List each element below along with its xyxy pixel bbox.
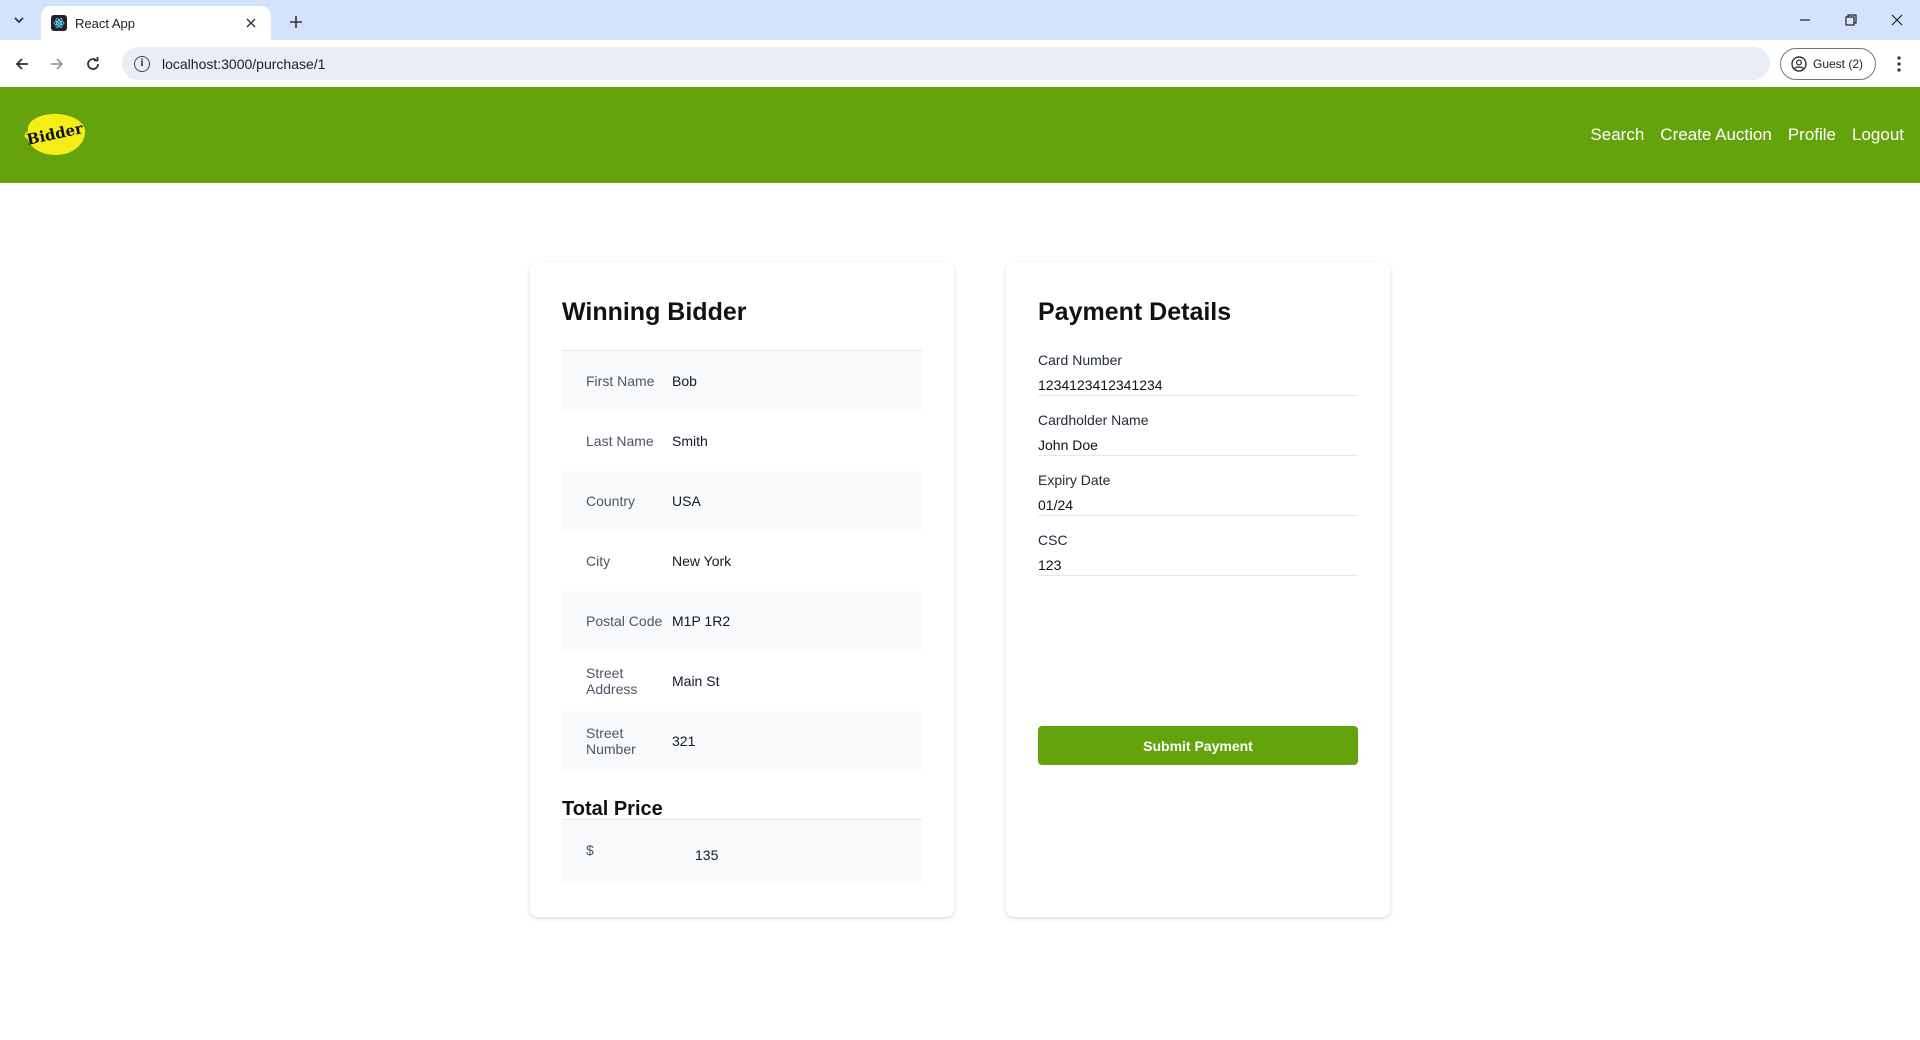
row-label: Street Number [586,725,636,757]
nav-search-link[interactable]: Search [1590,125,1644,145]
address-bar[interactable]: i localhost:3000/purchase/1 [122,47,1770,80]
row-value: M1P 1R2 [672,613,731,629]
payment-details-card: Payment Details Card Number Cardholder N… [1006,262,1390,917]
forward-button[interactable] [42,49,72,79]
plus-icon [290,16,302,28]
total-price-value: 135 [695,847,719,863]
row-value: Bob [672,373,697,389]
row-value: USA [672,493,701,509]
table-row: Street Number 321 [562,711,922,771]
table-row: City New York [562,531,922,591]
browser-menu-button[interactable] [1884,49,1914,79]
bidder-logo[interactable]: Bidder [22,109,88,159]
row-value: 321 [672,733,696,749]
react-icon [51,15,67,31]
currency-label: $ [586,842,594,858]
row-label: Country [586,493,636,509]
arrow-left-icon [15,58,28,70]
tab-title: React App [75,15,135,31]
minimize-icon [1800,19,1810,21]
site-info-icon[interactable]: i [134,55,150,72]
chevron-down-icon [14,17,24,24]
restore-button[interactable] [1828,0,1874,40]
close-window-button[interactable] [1874,0,1920,40]
tab-search-button[interactable] [6,7,32,33]
csc-field: CSC [1038,532,1358,576]
back-button[interactable] [7,49,37,79]
card-number-input[interactable] [1038,374,1358,396]
row-value: New York [672,553,732,569]
winning-bidder-card: Winning Bidder First Name Bob Last Name … [530,262,954,917]
url-text: localhost:3000/purchase/1 [162,55,326,72]
close-icon [1891,14,1903,26]
winning-bidder-title: Winning Bidder [562,298,747,326]
cardholder-name-label: Cardholder Name [1038,412,1149,428]
browser-tab[interactable]: React App [41,6,271,40]
table-row: $ 135 [562,820,922,883]
expiry-date-input[interactable] [1038,494,1358,516]
minimize-button[interactable] [1782,0,1828,40]
reload-icon [87,57,99,70]
expiry-date-label: Expiry Date [1038,472,1111,488]
reload-button[interactable] [78,49,108,79]
browser-tab-bar: React App [0,0,1920,40]
row-label: Last Name [586,433,654,449]
total-price-title: Total Price [562,798,663,820]
submit-payment-button[interactable]: Submit Payment [1038,726,1358,765]
profile-button[interactable]: Guest (2) [1780,48,1876,80]
table-row: Last Name Smith [562,411,922,471]
card-number-field: Card Number [1038,352,1358,396]
browser-toolbar: i localhost:3000/purchase/1 Guest (2) [0,40,1920,87]
payment-details-title: Payment Details [1038,298,1232,326]
row-label: First Name [586,373,655,389]
cardholder-name-field: Cardholder Name [1038,412,1358,456]
row-value: Smith [672,433,708,449]
bidder-info-table: First Name Bob Last Name Smith Country U… [562,350,922,771]
expiry-date-field: Expiry Date [1038,472,1358,516]
csc-input[interactable] [1038,554,1358,576]
more-vert-icon [1897,56,1901,72]
nav-logout-link[interactable]: Logout [1852,125,1904,145]
nav-create-auction-link[interactable]: Create Auction [1660,125,1772,145]
main-nav: Search Create Auction Profile Logout [1590,87,1904,183]
table-row: Country USA [562,471,922,531]
total-price-table: $ 135 [562,819,922,883]
arrow-right-icon [51,58,64,70]
table-row: Postal Code M1P 1R2 [562,591,922,651]
profile-label: Guest (2) [1813,57,1864,71]
row-value: Main St [672,673,720,689]
new-tab-button[interactable] [282,8,310,36]
row-label: City [586,553,611,569]
close-tab-icon[interactable] [241,13,261,33]
restore-icon [1845,14,1857,26]
table-row: First Name Bob [562,351,922,411]
card-number-label: Card Number [1038,352,1123,368]
app-header: Bidder Search Create Auction Profile Log… [0,87,1920,183]
nav-profile-link[interactable]: Profile [1788,125,1836,145]
account-circle-icon [1791,56,1807,72]
table-row: Street Address Main St [562,651,922,711]
row-label: Street Address [586,665,638,697]
cardholder-name-input[interactable] [1038,434,1358,456]
csc-label: CSC [1038,532,1068,548]
row-label: Postal Code [586,613,663,629]
